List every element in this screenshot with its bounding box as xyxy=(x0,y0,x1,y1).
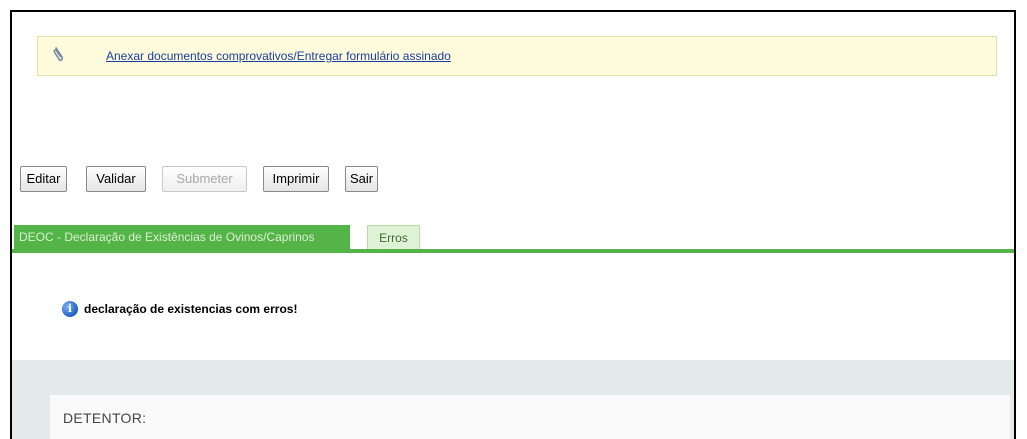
tab-bar: DEOC - Declaração de Existências de Ovin… xyxy=(12,225,1014,253)
edit-button[interactable]: Editar xyxy=(20,166,67,192)
status-message-text: declaração de existencias com erros! xyxy=(84,302,298,316)
attachment-notice: Anexar documentos comprovativos/Entregar… xyxy=(37,36,997,76)
tab-underline xyxy=(12,249,1014,253)
exit-button[interactable]: Sair xyxy=(345,166,378,192)
tab-errors[interactable]: Erros xyxy=(367,225,420,249)
section-title: DETENTOR: xyxy=(63,410,147,426)
print-button[interactable]: Imprimir xyxy=(263,166,329,192)
validate-button[interactable]: Validar xyxy=(86,166,146,192)
info-icon: i xyxy=(62,301,78,317)
page-frame: Anexar documentos comprovativos/Entregar… xyxy=(10,10,1016,439)
tab-deoc[interactable]: DEOC - Declaração de Existências de Ovin… xyxy=(14,225,350,249)
content-panel: DETENTOR: xyxy=(12,360,1014,439)
attach-documents-link[interactable]: Anexar documentos comprovativos/Entregar… xyxy=(106,49,451,63)
submit-button[interactable]: Submeter xyxy=(162,166,247,192)
detentor-card: DETENTOR: xyxy=(50,395,1010,439)
paperclip-icon xyxy=(53,47,64,62)
